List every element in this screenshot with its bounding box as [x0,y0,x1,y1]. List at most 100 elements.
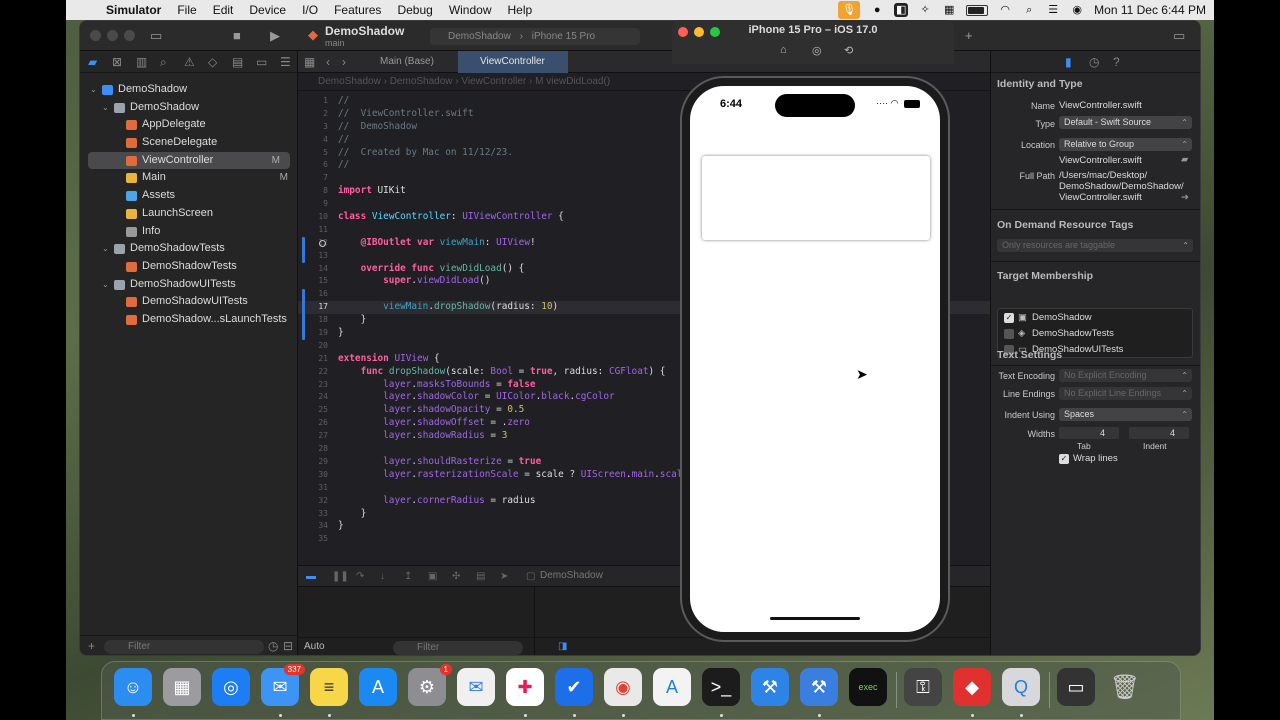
close-window-button[interactable] [90,30,101,41]
disclosure-chevron-icon[interactable]: ⌄ [102,240,109,258]
location-icon[interactable]: ➤ [500,571,508,582]
chrome-icon[interactable]: ◉ [604,668,642,706]
add-file-icon[interactable]: + [88,639,95,653]
system-settings-icon[interactable]: ⚙ 1 [408,664,452,706]
xcode-icon[interactable]: ⚒ [751,668,789,706]
menu-features[interactable]: Features [326,0,389,20]
downloads-stack-icon[interactable]: ▭ [1057,668,1095,706]
editor-grid-icon[interactable]: ▦ [304,55,315,69]
menu-debug[interactable]: Debug [389,0,440,20]
stop-icon[interactable]: ■ [233,28,241,43]
mail-icon[interactable]: ✉ 337 [261,664,305,706]
membership-row[interactable]: ◈ DemoShadowTests [1004,326,1184,342]
name-field[interactable]: ViewController.swift [1059,100,1142,111]
navigator-item[interactable]: ⌄ DemoShadowTests [80,240,298,258]
quicktime-icon[interactable]: Q [1002,668,1040,706]
continue-icon[interactable]: ↷ [356,571,364,582]
change-indicator[interactable] [302,236,305,263]
home-indicator[interactable] [770,617,860,620]
navigator-item[interactable]: DemoShadowTests [80,258,298,276]
variables-filter-mode[interactable]: Auto [304,641,325,652]
step-into-icon[interactable]: ↥ [404,571,412,582]
tab-viewcontroller[interactable]: ViewController [458,51,568,73]
record-icon[interactable]: ● [870,4,884,16]
wrap-lines-option[interactable]: ✓ Wrap lines [1059,451,1179,467]
view-debugger-icon[interactable]: ▣ [428,571,437,582]
encoding-popup[interactable]: No Explicit Encoding [1059,369,1192,382]
type-popup[interactable]: Default - Swift Source [1059,116,1192,129]
back-icon[interactable]: ‹ [326,55,330,69]
console-toggle-icon[interactable]: ◨ [558,641,567,652]
anydesk-icon[interactable]: ◆ [953,668,991,706]
safari-icon[interactable]: ◎ [212,668,250,706]
environment-icon[interactable]: ▤ [476,571,485,582]
navigator-item[interactable]: AppDelegate [80,116,298,134]
file-inspector-icon[interactable]: ▮ [1065,55,1072,69]
mail-alt-icon[interactable]: ✉ [457,668,495,706]
membership-checkbox[interactable]: ✓ [1004,313,1014,323]
menu-app-name[interactable]: Simulator [98,0,169,20]
navigator-item[interactable]: SceneDelegate [80,134,298,152]
sidebar-toggle-icon[interactable]: ▭ [150,28,162,44]
slack-icon[interactable]: ✚ [506,668,544,706]
symbol-icon[interactable]: ▥ [136,55,147,69]
navigator-item[interactable]: DemoShadow...sLaunchTests [80,311,298,329]
finder-icon[interactable]: ☺ [114,668,152,706]
line-endings-popup[interactable]: No Explicit Line Endings [1059,387,1192,400]
home-icon[interactable]: ⌂ [780,44,787,56]
navigator-item[interactable]: DemoShadowUITests [80,293,298,311]
zoom-window-button[interactable] [124,30,135,41]
menu-io[interactable]: I/O [294,0,326,20]
menu-edit[interactable]: Edit [205,0,242,20]
navigator-item[interactable]: Info [80,223,298,241]
reveal-arrow-icon[interactable]: ➔ [1181,192,1189,203]
console-icon[interactable]: exec [849,668,887,706]
notes-icon[interactable]: ≡ [310,668,348,706]
disclosure-chevron-icon[interactable]: ⌄ [90,81,97,99]
trash-icon[interactable]: 🗑 [1106,668,1144,706]
help-inspector-icon[interactable]: ? [1113,55,1120,69]
launchpad-icon[interactable]: ▦ [163,668,201,706]
minimize-window-button[interactable] [107,30,118,41]
battery-icon[interactable] [966,4,989,16]
terminal-icon[interactable]: >_ [702,668,740,706]
issue-icon[interactable]: ⚠ [184,55,195,69]
grid-icon[interactable]: ▦ [942,4,956,16]
hide-debug-icon[interactable]: ▬ [306,571,316,582]
test-icon[interactable]: ◇ [208,55,217,69]
cleaner-icon[interactable]: ✧ [918,4,932,16]
tab-width-stepper[interactable]: 4 [1059,427,1119,439]
microphone-icon[interactable]: 🎙 [838,1,861,19]
wifi-icon[interactable]: ◠ [998,4,1012,16]
tab-main-base[interactable]: Main (Base) [358,51,458,73]
control-center-icon[interactable]: ☰ [1046,4,1060,16]
inspector-toggle-icon[interactable]: ▭ [1173,28,1185,44]
add-icon[interactable]: + [965,28,973,43]
forward-icon[interactable]: › [342,55,346,69]
find-icon[interactable]: ⌕ [160,55,167,70]
menu-device[interactable]: Device [241,0,294,20]
pause-icon[interactable]: ❚❚ [332,571,349,582]
history-inspector-icon[interactable]: ◷ [1089,55,1099,69]
debug-filter-input[interactable]: Filter [393,641,523,655]
screenshot-icon[interactable]: ◎ [812,44,822,57]
xcode-beta-icon[interactable]: ⚒ [800,668,838,706]
recent-files-icon[interactable]: ◷ [268,639,278,653]
membership-row[interactable]: ✓ ▣ DemoShadow [1004,310,1184,326]
navigator-item[interactable]: LaunchScreen [80,205,298,223]
wrap-lines-checkbox[interactable]: ✓ [1059,454,1069,464]
indent-width-stepper[interactable]: 4 [1129,427,1189,439]
step-over-icon[interactable]: ↓ [380,571,385,582]
navigator-item[interactable]: ⌄ DemoShadow [80,99,298,117]
menu-help[interactable]: Help [500,0,541,20]
indent-using-popup[interactable]: Spaces [1059,408,1192,421]
change-indicator[interactable] [302,288,305,341]
debug-icon[interactable]: ▤ [232,55,243,69]
menu-clock[interactable]: Mon 11 Dec 6:44 PM [1094,3,1206,17]
location-popup[interactable]: Relative to Group [1059,138,1192,151]
outlet-connection-icon[interactable] [319,239,326,247]
tasks-icon[interactable]: ✔ [555,668,593,706]
xcode-instruments-icon[interactable]: A [653,668,691,706]
disclosure-chevron-icon[interactable]: ⌄ [102,276,109,294]
capture-icon[interactable]: ◧ [894,3,909,17]
